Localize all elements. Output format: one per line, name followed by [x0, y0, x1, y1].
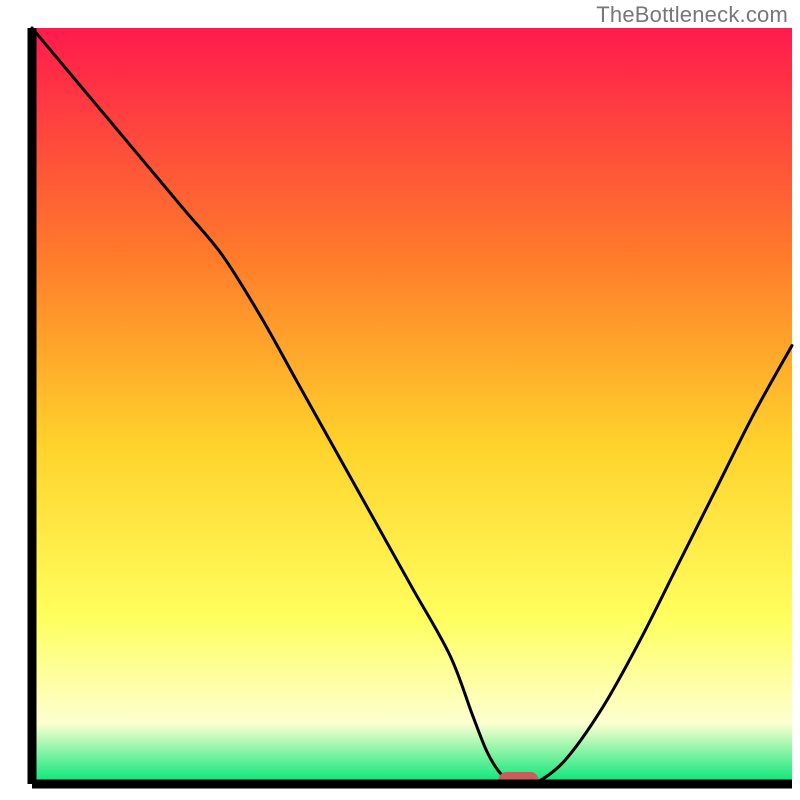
attribution-label: TheBottleneck.com [596, 2, 788, 28]
chart-container: TheBottleneck.com [0, 0, 800, 800]
bottleneck-curve-chart [0, 0, 800, 800]
